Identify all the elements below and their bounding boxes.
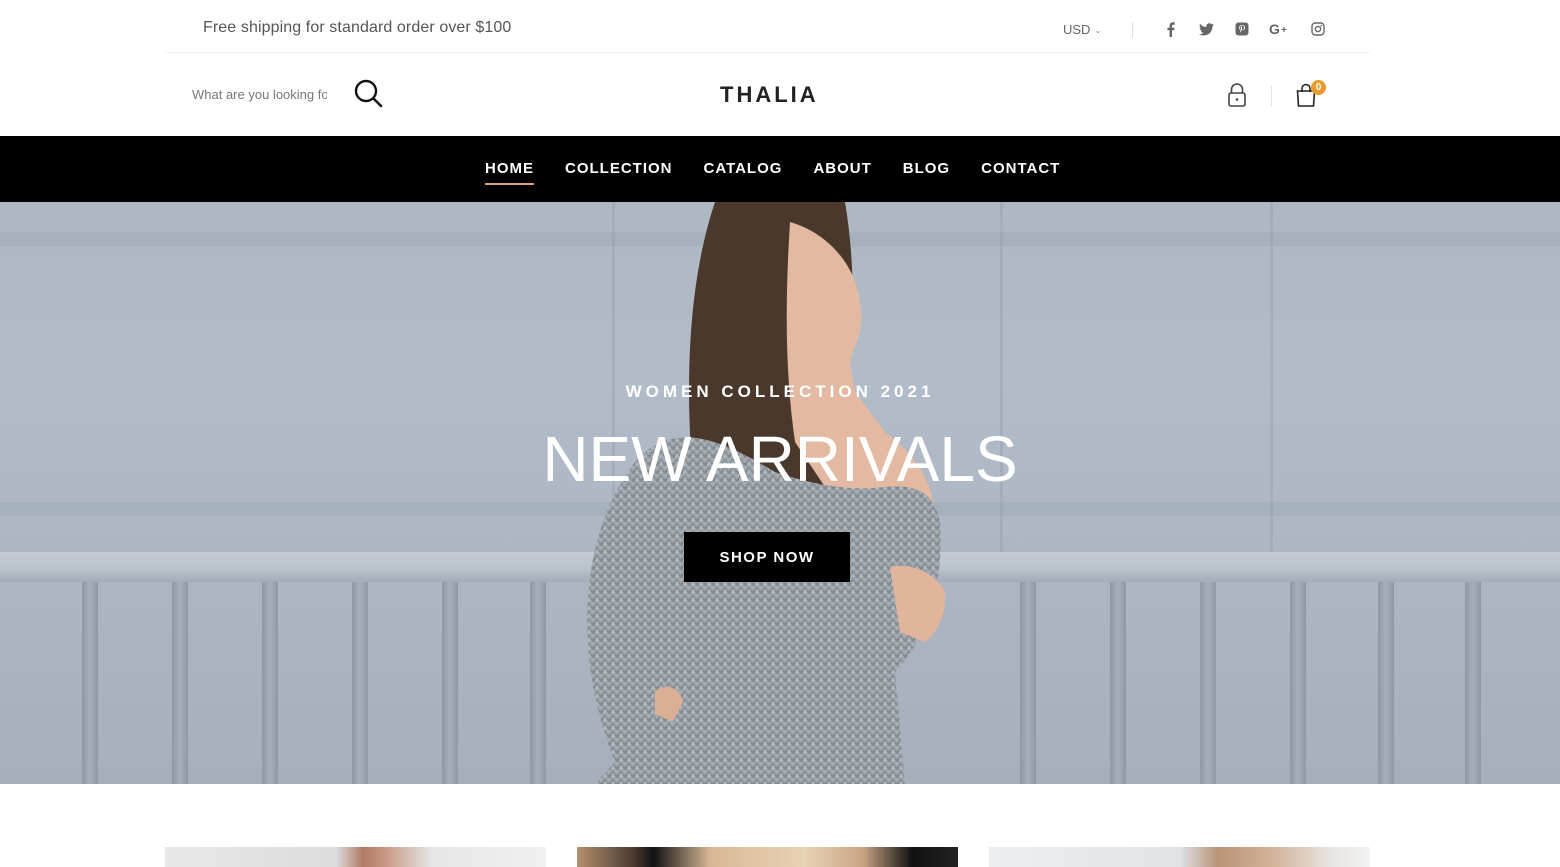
hero-railing-post xyxy=(530,582,546,784)
hero-railing-post xyxy=(1465,582,1481,784)
facebook-icon[interactable] xyxy=(1160,18,1180,40)
divider xyxy=(1132,22,1133,38)
nav-item-catalog[interactable]: CATALOG xyxy=(704,160,783,184)
nav-item-home[interactable]: HOME xyxy=(485,160,534,185)
currency-label: USD xyxy=(1063,22,1091,37)
category-card[interactable] xyxy=(577,847,958,867)
category-card[interactable] xyxy=(165,847,546,867)
hero-railing-post xyxy=(1200,582,1216,784)
svg-text:G: G xyxy=(1269,22,1280,36)
hero-railing-post xyxy=(172,582,188,784)
account-button[interactable] xyxy=(1226,82,1248,108)
social-links: G + xyxy=(1160,18,1328,40)
hero-railing-post xyxy=(82,582,98,784)
search-input[interactable] xyxy=(192,87,327,102)
hero-railing-post xyxy=(442,582,458,784)
svg-text:+: + xyxy=(1281,25,1287,36)
hero-railing-post xyxy=(352,582,368,784)
pinterest-icon[interactable] xyxy=(1232,18,1252,40)
hero-railing-post xyxy=(1110,582,1126,784)
nav-item-blog[interactable]: BLOG xyxy=(903,160,950,184)
chevron-down-icon: ⌄ xyxy=(1094,25,1102,35)
hero-railing-post xyxy=(262,582,278,784)
site-logo[interactable]: THALIA xyxy=(720,82,819,108)
currency-selector[interactable]: USD ⌄ xyxy=(1063,22,1101,37)
search-icon xyxy=(354,79,383,108)
search-button[interactable] xyxy=(353,78,385,110)
shipping-promo-text: Free shipping for standard order over $1… xyxy=(203,19,512,36)
category-cards xyxy=(165,847,1370,867)
hero-title: NEW ARRIVALS xyxy=(542,423,1018,495)
divider xyxy=(1271,86,1272,106)
nav-item-about[interactable]: ABOUT xyxy=(813,160,871,184)
hero-banner: WOMEN COLLECTION 2021 NEW ARRIVALS SHOP … xyxy=(0,202,1560,784)
main-nav: HOME COLLECTION CATALOG ABOUT BLOG CONTA… xyxy=(0,136,1560,202)
twitter-icon[interactable] xyxy=(1196,18,1216,40)
top-bar: Free shipping for standard order over $1… xyxy=(165,0,1370,53)
hero-railing-post xyxy=(1020,582,1036,784)
nav-item-collection[interactable]: COLLECTION xyxy=(565,160,673,184)
category-card[interactable] xyxy=(989,847,1370,867)
google-plus-icon[interactable]: G + xyxy=(1268,18,1292,40)
instagram-icon[interactable] xyxy=(1308,18,1328,40)
hero-railing-post xyxy=(1378,582,1394,784)
site-header: THALIA 0 xyxy=(0,54,1560,136)
lock-icon xyxy=(1228,83,1246,107)
shop-now-button[interactable]: SHOP NOW xyxy=(684,532,850,582)
hero-subtitle: WOMEN COLLECTION 2021 xyxy=(625,382,935,401)
cart-count-badge: 0 xyxy=(1311,80,1326,95)
nav-item-contact[interactable]: CONTACT xyxy=(981,160,1060,184)
hero-railing-post xyxy=(1290,582,1306,784)
